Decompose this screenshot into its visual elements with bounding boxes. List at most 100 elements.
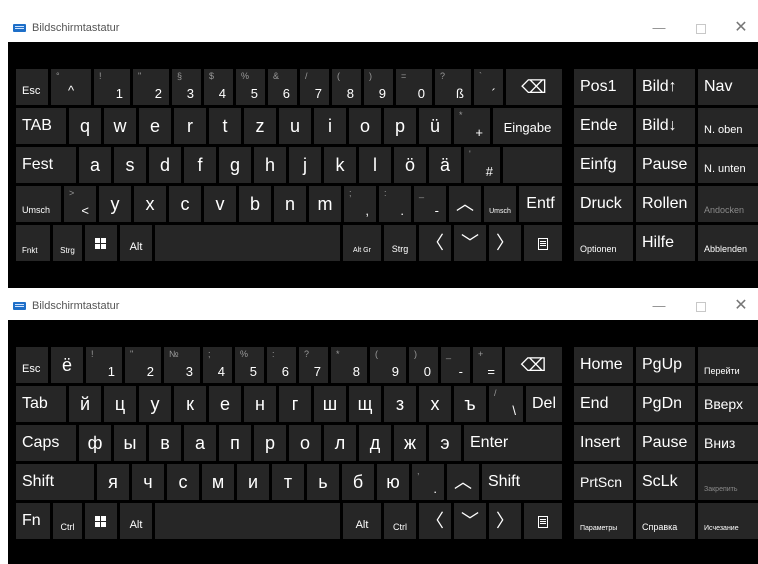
key-щ[interactable]: щ [349,386,381,422]
key-tab[interactable]: Tab [16,386,66,422]
key-p[interactable]: p [384,108,416,144]
key-blank[interactable]: ` ´ [474,69,503,105]
key-alt-gr[interactable]: Alt Gr [343,225,381,261]
key-а[interactable]: а [184,425,216,461]
key-end[interactable]: End [574,386,633,422]
key-е[interactable]: е [209,386,241,422]
key-ч[interactable]: ч [132,464,164,500]
key-blank[interactable]: _ - [414,186,446,222]
arrow-left-key[interactable]: 〈 [419,225,451,261]
key-3[interactable]: § 3 [172,69,201,105]
key-вверх[interactable]: Вверх [698,386,758,422]
key-ё[interactable]: ё [51,347,83,383]
key-n[interactable]: n [274,186,306,222]
key-optionen[interactable]: Optionen [574,225,633,261]
key-insert[interactable]: Insert [574,425,633,461]
key-з[interactable]: з [384,386,416,422]
key-fest[interactable]: Fest [16,147,76,183]
key-8[interactable]: * 8 [331,347,367,383]
key-bild[interactable]: Bild↓ [636,108,695,144]
key-k[interactable]: k [324,147,356,183]
key-у[interactable]: у [139,386,171,422]
key-del[interactable]: Del [526,386,562,422]
key-x[interactable]: x [134,186,166,222]
key-blank[interactable]: * + [454,108,490,144]
key-y[interactable]: y [99,186,131,222]
key-z[interactable]: z [244,108,276,144]
key-enter[interactable]: Enter [464,425,562,461]
space-key[interactable] [155,503,340,539]
key-л[interactable]: л [324,425,356,461]
key-0[interactable]: ) 0 [409,347,438,383]
key-u[interactable]: u [279,108,311,144]
minimize-button[interactable]: — [648,296,670,316]
key-в[interactable]: в [149,425,181,461]
key-abblenden[interactable]: Abblenden [698,225,758,261]
key-с[interactable]: с [167,464,199,500]
key-alt[interactable]: Alt [343,503,381,539]
maximize-button[interactable] [690,18,712,38]
key-3[interactable]: № 3 [164,347,200,383]
key-х[interactable]: х [419,386,451,422]
blank-key[interactable] [503,147,562,183]
key-ж[interactable]: ж [394,425,426,461]
key-и[interactable]: и [237,464,269,500]
key-fn[interactable]: Fn [16,503,50,539]
key-r[interactable]: r [174,108,206,144]
key-справка[interactable]: Справка [636,503,695,539]
key-blank[interactable]: ,. [412,464,444,500]
key-hilfe[interactable]: Hilfe [636,225,695,261]
windows-key[interactable] [85,225,117,261]
key-5[interactable]: % 5 [236,69,265,105]
key-д[interactable]: д [359,425,391,461]
backspace-key[interactable]: ⌫ [505,347,562,383]
key-tab[interactable]: TAB [16,108,66,144]
key-5[interactable]: % 5 [235,347,264,383]
arrow-down-key[interactable]: ﹀ [454,503,486,539]
arrow-right-key[interactable]: 〉 [489,503,521,539]
key-fnkt[interactable]: Fnkt [16,225,50,261]
key-blank[interactable]: ° ^ [51,69,91,105]
key-я[interactable]: я [97,464,129,500]
key-alt[interactable]: Alt [120,503,152,539]
key-pgdn[interactable]: PgDn [636,386,695,422]
key-перейти[interactable]: Перейти [698,347,758,383]
key-ы[interactable]: ы [114,425,146,461]
key-м[interactable]: м [202,464,234,500]
close-button[interactable]: ✕ [730,296,752,316]
key-c[interactable]: c [169,186,201,222]
key-8[interactable]: (8 [332,69,361,105]
key-s[interactable]: s [114,147,146,183]
key-blank[interactable]: / \ [489,386,523,422]
key-2[interactable]: " 2 [133,69,169,105]
key-1[interactable]: ! 1 [86,347,122,383]
key-ctrl[interactable]: Ctrl [53,503,82,539]
backspace-key[interactable]: ⌫ [506,69,562,105]
key-ю[interactable]: ю [377,464,409,500]
key-н[interactable]: н [244,386,276,422]
windows-key[interactable] [85,503,117,539]
key-т[interactable]: т [272,464,304,500]
key-esc[interactable]: Esc [16,69,48,105]
key-strg[interactable]: Strg [53,225,82,261]
key-g[interactable]: g [219,147,251,183]
key-4[interactable]: $4 [204,69,233,105]
key-nav[interactable]: Nav [698,69,758,105]
key-f[interactable]: f [184,147,216,183]
key-blank[interactable]: > < [64,186,96,222]
key-4[interactable]: ; 4 [203,347,232,383]
key-ф[interactable]: ф [79,425,111,461]
menu-key[interactable] [524,503,562,539]
key-shift[interactable]: Shift [482,464,562,500]
key-q[interactable]: q [69,108,101,144]
key-вниз[interactable]: Вниз [698,425,758,461]
key-blank[interactable]: ö [394,147,426,183]
key-ц[interactable]: ц [104,386,136,422]
key-a[interactable]: a [79,147,111,183]
key-2[interactable]: " 2 [125,347,161,383]
key-pgup[interactable]: PgUp [636,347,695,383]
key-параметры[interactable]: Параметры [574,503,633,539]
key-0[interactable]: = 0 [396,69,432,105]
key-blank[interactable]: ;, [344,186,376,222]
minimize-button[interactable]: — [648,18,670,38]
